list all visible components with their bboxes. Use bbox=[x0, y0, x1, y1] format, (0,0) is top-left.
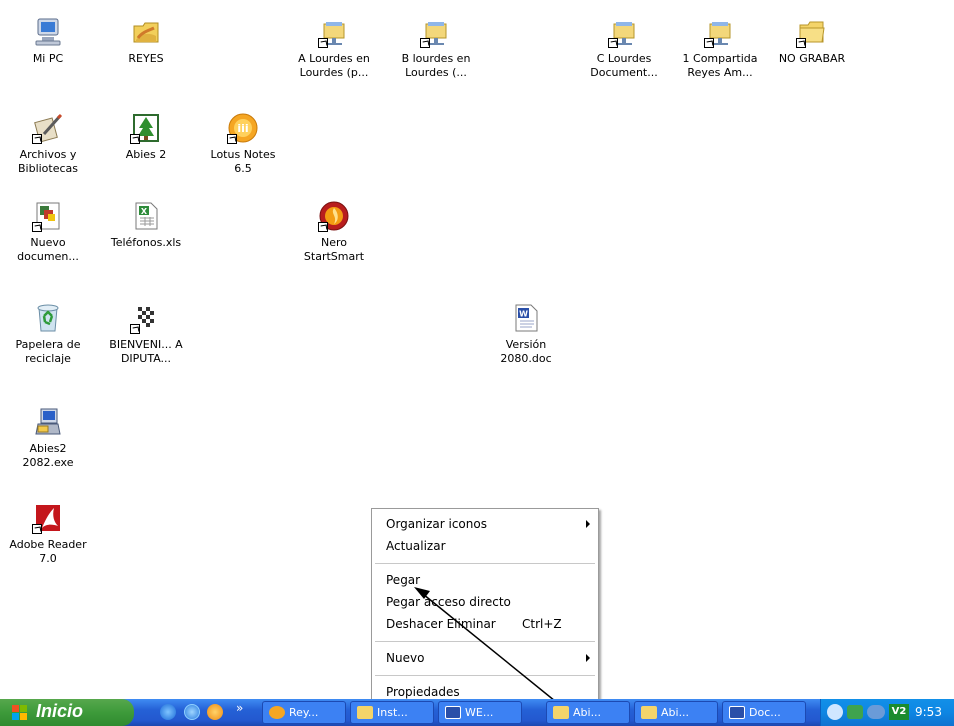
audio-icon[interactable] bbox=[867, 705, 885, 719]
desktop-icon-label: Versión 2080.doc bbox=[500, 338, 552, 365]
taskbar-button-abi-1[interactable]: Abi... bbox=[546, 701, 630, 724]
desktop-icon-label: BIENVENI... A DIPUTA... bbox=[109, 338, 183, 365]
submenu-arrow-icon bbox=[586, 520, 590, 528]
adobe-reader-icon bbox=[32, 502, 64, 534]
recycle-bin-icon bbox=[32, 302, 64, 334]
desktop-icon-lotus-notes[interactable]: iii Lotus Notes 6.5 bbox=[201, 112, 285, 176]
folder-icon bbox=[641, 706, 657, 719]
start-label: Inicio bbox=[36, 701, 84, 721]
windows-logo-icon bbox=[12, 705, 28, 721]
antivirus-icon[interactable]: V2 bbox=[889, 704, 909, 720]
desktop-icon-label: Archivos y Bibliotecas bbox=[17, 148, 79, 175]
desktop-icon-nuevo-documento[interactable]: Nuevo documen... bbox=[6, 200, 90, 264]
desktop-icon-abies2-exe[interactable]: Abies2 2082.exe bbox=[6, 406, 90, 470]
folder-icon bbox=[357, 706, 373, 719]
desktop-icon-b-lourdes[interactable]: B lourdes en Lourdes (... bbox=[394, 16, 478, 80]
desktop-icon-bienvenida[interactable]: BIENVENI... A DIPUTA... bbox=[104, 302, 188, 366]
network-drive-icon bbox=[608, 16, 640, 48]
menu-item-actualizar[interactable]: Actualizar bbox=[372, 535, 598, 557]
menu-separator bbox=[375, 563, 595, 564]
taskbar: Inicio » Rey... Inst... WE... Abi... Abi… bbox=[0, 699, 954, 726]
tree-app-icon bbox=[130, 112, 162, 144]
desktop-icon-label: Nuevo documen... bbox=[17, 236, 79, 263]
desktop-icon-mi-pc[interactable]: Mi PC bbox=[6, 16, 90, 66]
context-menu: Organizar iconos Actualizar Pegar Pegar … bbox=[371, 508, 599, 708]
start-button[interactable]: Inicio bbox=[0, 699, 134, 726]
library-icon bbox=[32, 112, 64, 144]
menu-item-nuevo[interactable]: Nuevo bbox=[372, 647, 598, 669]
nero-icon bbox=[318, 200, 350, 232]
submenu-arrow-icon bbox=[586, 654, 590, 662]
network-drive-icon bbox=[704, 16, 736, 48]
menu-item-deshacer-eliminar[interactable]: Deshacer Eliminar Ctrl+Z bbox=[372, 613, 598, 635]
svg-text:W: W bbox=[519, 310, 528, 319]
desktop-icon-version[interactable]: W Versión 2080.doc bbox=[484, 302, 568, 366]
word-icon bbox=[445, 706, 461, 719]
menu-item-organizar-iconos[interactable]: Organizar iconos bbox=[372, 513, 598, 535]
excel-file-icon: X bbox=[130, 200, 162, 232]
desktop-icon-adobe-reader[interactable]: Adobe Reader 7.0 bbox=[6, 502, 90, 566]
clock[interactable]: 9:53 bbox=[915, 705, 942, 719]
word-doc-icon: W bbox=[510, 302, 542, 334]
shared-folder-icon bbox=[130, 16, 162, 48]
quick-launch-overflow[interactable]: » bbox=[236, 701, 243, 715]
desktop-icon-label: Abies 2 bbox=[125, 148, 167, 161]
menu-separator bbox=[375, 675, 595, 676]
desktop-icon-label: Lotus Notes 6.5 bbox=[210, 148, 276, 175]
desktop-icon-nero[interactable]: Nero StartSmart bbox=[292, 200, 376, 264]
system-tray: V2 9:53 bbox=[820, 699, 954, 726]
svg-text:iii: iii bbox=[237, 122, 248, 135]
desktop-icon-label: A Lourdes en Lourdes (p... bbox=[298, 52, 370, 79]
desktop-icon-telefonos[interactable]: X Teléfonos.xls bbox=[104, 200, 188, 250]
desktop-icon-label: C Lourdes Document... bbox=[590, 52, 658, 79]
network-drive-icon bbox=[420, 16, 452, 48]
desktop-icon-no-grabar[interactable]: NO GRABAR bbox=[770, 16, 854, 66]
tray-expand-icon[interactable] bbox=[827, 704, 843, 720]
menu-shortcut: Ctrl+Z bbox=[522, 617, 562, 631]
desktop-icon-c-lourdes[interactable]: C Lourdes Document... bbox=[582, 16, 666, 80]
desktop-icon-label: B lourdes en Lourdes (... bbox=[401, 52, 471, 79]
desktop-icon-reyes[interactable]: REYES bbox=[104, 16, 188, 66]
desktop-icon-compartida[interactable]: 1 Compartida Reyes Am... bbox=[678, 16, 762, 80]
taskbar-button-doc[interactable]: Doc... bbox=[722, 701, 806, 724]
svg-text:X: X bbox=[141, 207, 148, 216]
desktop-icon-label: Adobe Reader 7.0 bbox=[9, 538, 87, 565]
menu-item-pegar[interactable]: Pegar bbox=[372, 569, 598, 591]
word-icon bbox=[729, 706, 745, 719]
desktop[interactable]: Mi PC REYES A Lourdes en Lourdes (p... B… bbox=[0, 0, 954, 719]
folder-icon bbox=[553, 706, 569, 719]
folder-icon bbox=[796, 16, 828, 48]
internet-explorer-icon[interactable] bbox=[160, 704, 176, 720]
desktop-icon-label: Nero StartSmart bbox=[303, 236, 365, 263]
desktop-icon-label: Abies2 2082.exe bbox=[22, 442, 74, 469]
desktop-icon-label: Papelera de reciclaje bbox=[15, 338, 81, 365]
desktop-icon-label: 1 Compartida Reyes Am... bbox=[682, 52, 758, 79]
desktop-icon-label: Mi PC bbox=[32, 52, 64, 65]
desktop-icon-abies2[interactable]: Abies 2 bbox=[104, 112, 188, 162]
menu-separator bbox=[375, 641, 595, 642]
computer-icon bbox=[32, 16, 64, 48]
desktop-icon-label: Teléfonos.xls bbox=[110, 236, 182, 249]
lotus-notes-icon[interactable] bbox=[207, 704, 223, 720]
document-icon bbox=[32, 200, 64, 232]
desktop-icon-a-lourdes[interactable]: A Lourdes en Lourdes (p... bbox=[292, 16, 376, 80]
taskbar-button-we[interactable]: WE... bbox=[438, 701, 522, 724]
menu-item-pegar-acceso-directo[interactable]: Pegar acceso directo bbox=[372, 591, 598, 613]
desktop-icon-label: NO GRABAR bbox=[778, 52, 846, 65]
lotus-notes-icon: iii bbox=[227, 112, 259, 144]
desktop-icon-archivos[interactable]: Archivos y Bibliotecas bbox=[6, 112, 90, 176]
taskbar-button-abi-2[interactable]: Abi... bbox=[634, 701, 718, 724]
ie-icon[interactable] bbox=[184, 704, 200, 720]
installer-icon bbox=[32, 406, 64, 438]
desktop-icon-papelera[interactable]: Papelera de reciclaje bbox=[6, 302, 90, 366]
pattern-image-icon bbox=[130, 302, 162, 334]
network-drive-icon bbox=[318, 16, 350, 48]
desktop-icon-label: REYES bbox=[128, 52, 164, 65]
network-icon[interactable] bbox=[847, 705, 863, 719]
lotus-notes-icon bbox=[269, 706, 285, 719]
taskbar-button-inst[interactable]: Inst... bbox=[350, 701, 434, 724]
taskbar-button-rey[interactable]: Rey... bbox=[262, 701, 346, 724]
